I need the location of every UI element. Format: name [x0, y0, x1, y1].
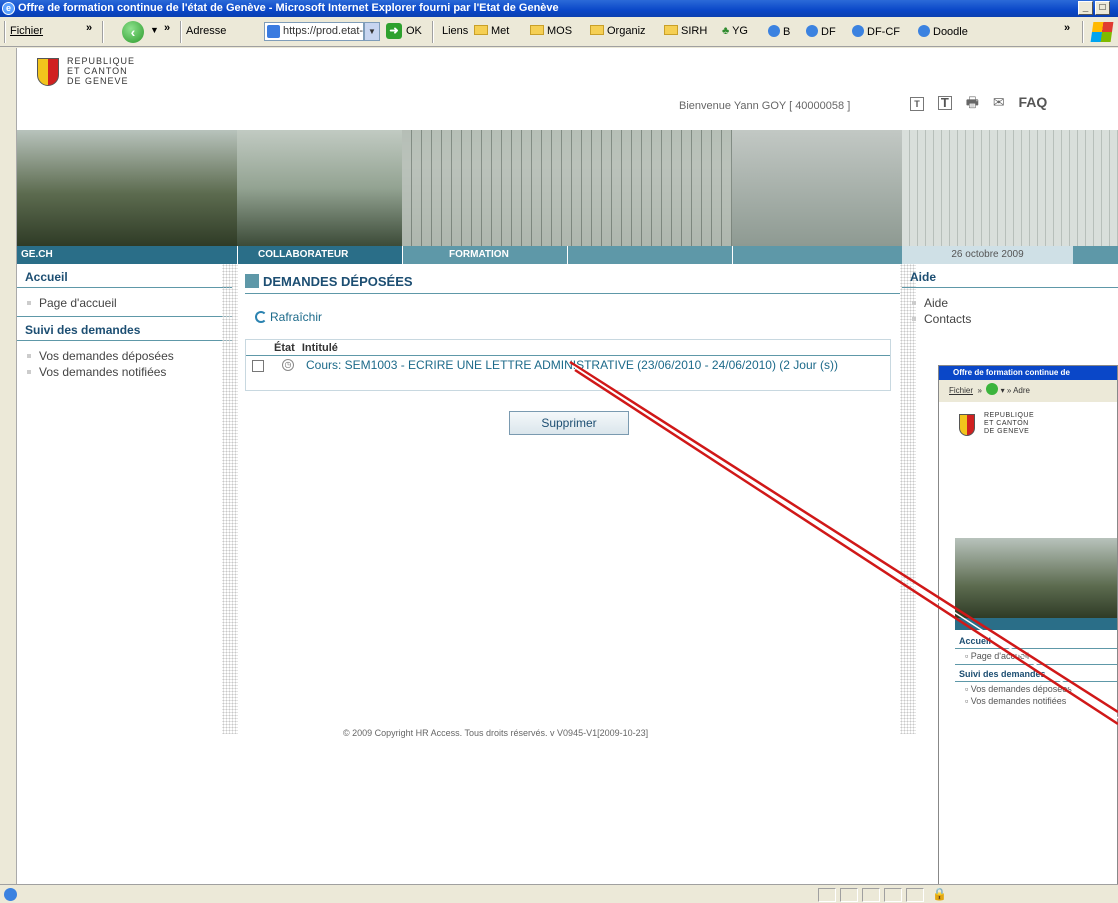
arrow-gap [572, 365, 1118, 719]
status-bar: 🔒 [0, 884, 1118, 903]
browser-window: e Offre de formation continue de l'état … [0, 0, 1118, 903]
arrow-line-1 [569, 360, 1118, 714]
lock-icon: 🔒 [932, 887, 947, 901]
ie-status-icon [4, 888, 17, 901]
annotation-arrow [569, 360, 1118, 726]
arrow-line-2 [574, 368, 1118, 726]
